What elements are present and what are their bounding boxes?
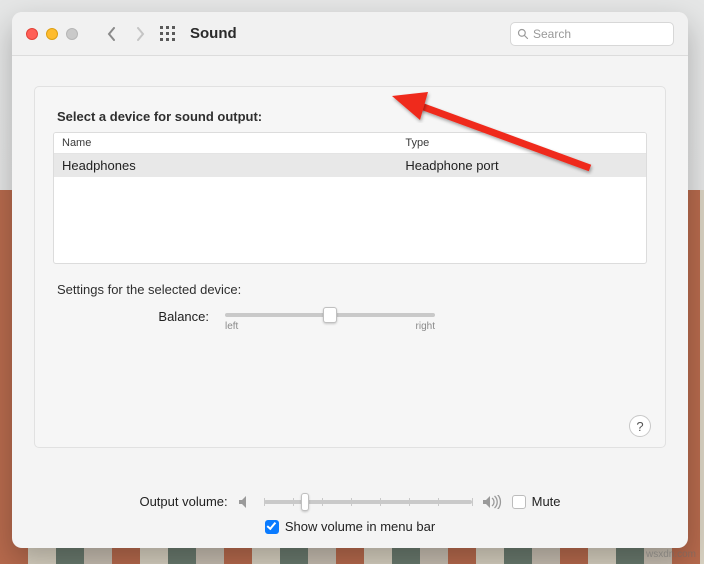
- balance-label: Balance:: [57, 307, 225, 324]
- zoom-icon[interactable]: [66, 28, 78, 40]
- table-header: Name Type: [54, 133, 646, 154]
- search-field[interactable]: [510, 22, 674, 46]
- window-title: Sound: [190, 25, 237, 42]
- balance-slider-thumb[interactable]: [323, 307, 337, 323]
- show-volume-menubar-label: Show volume in menu bar: [285, 519, 435, 534]
- select-device-label: Select a device for sound output:: [35, 95, 665, 132]
- watermark: wsxdn.com: [646, 549, 696, 560]
- balance-slider[interactable]: [225, 313, 435, 317]
- titlebar: Sound: [12, 12, 688, 56]
- window-controls: [26, 28, 78, 40]
- close-icon[interactable]: [26, 28, 38, 40]
- output-volume-label: Output volume:: [139, 494, 227, 509]
- settings-label: Settings for the selected device:: [35, 264, 665, 303]
- show-volume-menubar-checkbox[interactable]: Show volume in menu bar: [265, 519, 435, 534]
- search-input[interactable]: [533, 27, 688, 41]
- balance-row: Balance: left right: [35, 303, 665, 332]
- minimize-icon[interactable]: [46, 28, 58, 40]
- syspref-window: Sound Sound Effects Output Input Select …: [12, 12, 688, 548]
- footer: Output volume: Mute Show volume in menu …: [12, 494, 688, 534]
- search-icon: [517, 28, 529, 40]
- balance-left-label: left: [225, 321, 238, 332]
- device-table: Name Type Headphones Headphone port: [53, 132, 647, 264]
- checkbox-icon: [512, 495, 526, 509]
- col-name[interactable]: Name: [54, 133, 397, 153]
- balance-right-label: right: [416, 321, 435, 332]
- help-button[interactable]: ?: [629, 415, 651, 437]
- output-volume-slider[interactable]: [264, 500, 472, 504]
- checkbox-icon: [265, 520, 279, 534]
- speaker-high-icon: [482, 495, 502, 509]
- device-type: Headphone port: [397, 154, 646, 177]
- output-panel: Select a device for sound output: Name T…: [34, 86, 666, 448]
- show-all-icon[interactable]: [160, 26, 176, 42]
- forward-button[interactable]: [126, 20, 154, 48]
- table-row[interactable]: Headphones Headphone port: [54, 154, 646, 177]
- device-name: Headphones: [54, 154, 397, 177]
- table-empty-area: [54, 177, 646, 263]
- col-type[interactable]: Type: [397, 133, 646, 153]
- speaker-low-icon: [238, 495, 254, 509]
- back-button[interactable]: [98, 20, 126, 48]
- volume-slider-thumb[interactable]: [301, 493, 309, 511]
- mute-checkbox[interactable]: Mute: [512, 494, 561, 509]
- mute-label: Mute: [532, 494, 561, 509]
